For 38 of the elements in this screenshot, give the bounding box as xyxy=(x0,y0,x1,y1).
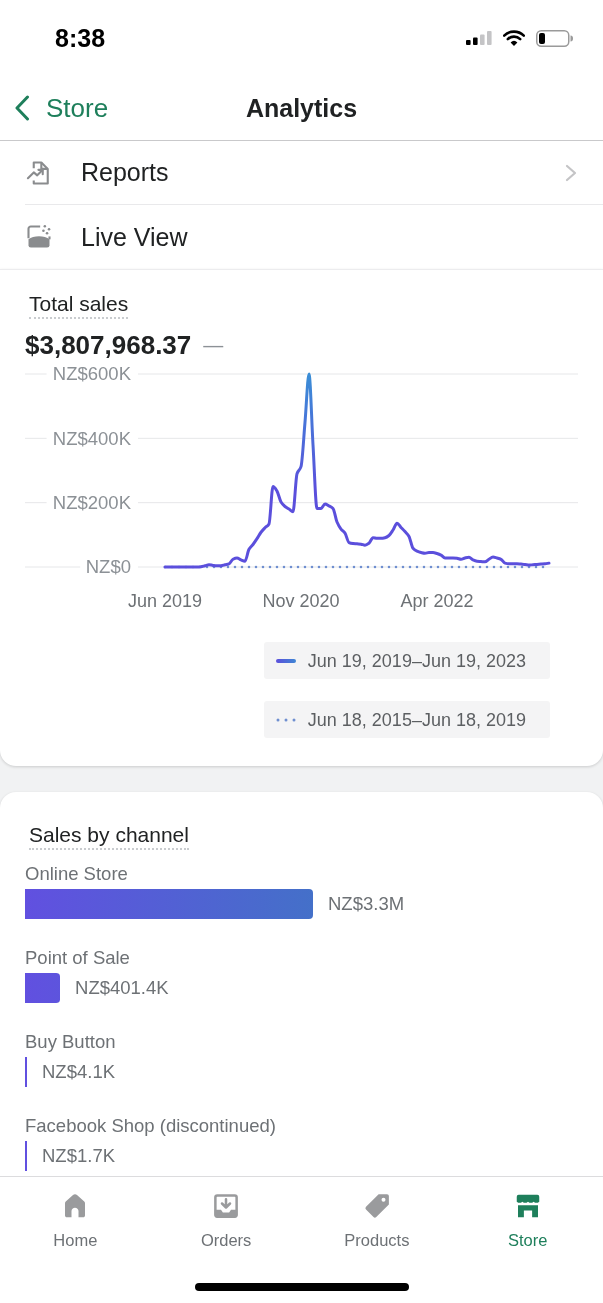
x-axis-label: Apr 2022 xyxy=(400,591,474,611)
channel-value: NZ$3.3M xyxy=(328,893,405,915)
channel-value: NZ$4.1K xyxy=(42,1061,115,1083)
y-axis-label: NZ$200K xyxy=(52,492,131,514)
change-indicator: — xyxy=(203,333,224,358)
total-sales-amount: $3,807,968.37 xyxy=(25,329,192,361)
channel-value: NZ$401.4K xyxy=(75,977,169,999)
tab-item[interactable]: Products xyxy=(344,1191,410,1250)
channel-name: Online Store xyxy=(25,863,129,885)
solid-line-icon xyxy=(275,658,296,663)
battery-icon xyxy=(536,29,573,47)
legend-label: Jun 19, 2019–Jun 19, 2023 xyxy=(307,649,526,673)
back-chevron-icon xyxy=(14,95,30,121)
metric-title[interactable]: Total sales xyxy=(29,291,129,319)
channel-bar xyxy=(25,973,61,1003)
y-axis-label: NZ$0 xyxy=(85,556,131,578)
y-axis-label: NZ$400K xyxy=(52,427,131,449)
tab-item[interactable]: Home xyxy=(53,1191,98,1250)
x-axis-label: Nov 2020 xyxy=(262,591,340,611)
menu-item[interactable]: Live View xyxy=(25,205,603,269)
signal-icon xyxy=(466,31,492,45)
tab-item[interactable]: Store xyxy=(507,1191,548,1250)
image-sparkle-icon xyxy=(25,223,53,251)
channel-value: NZ$1.7K xyxy=(42,1145,115,1167)
back-button[interactable]: Store xyxy=(14,92,109,124)
y-axis-label: NZ$600K xyxy=(52,363,131,385)
legend-label: Jun 18, 2015–Jun 18, 2019 xyxy=(307,708,526,732)
x-axis-label: Jun 2019 xyxy=(127,591,203,611)
status-time: 8:38 xyxy=(55,23,106,53)
screen-title: Analytics xyxy=(245,93,358,124)
channel-name: Buy Button xyxy=(25,1031,117,1053)
tab-item[interactable]: Orders xyxy=(200,1191,252,1250)
wifi-icon xyxy=(503,30,525,46)
channel-name: Point of Sale xyxy=(25,947,131,969)
menu-item[interactable]: Reports xyxy=(25,141,603,205)
dotted-line-icon xyxy=(275,717,296,722)
metric-title[interactable]: Sales by channel xyxy=(29,822,189,850)
channel-name: Facebook Shop (discontinued) xyxy=(25,1115,277,1137)
